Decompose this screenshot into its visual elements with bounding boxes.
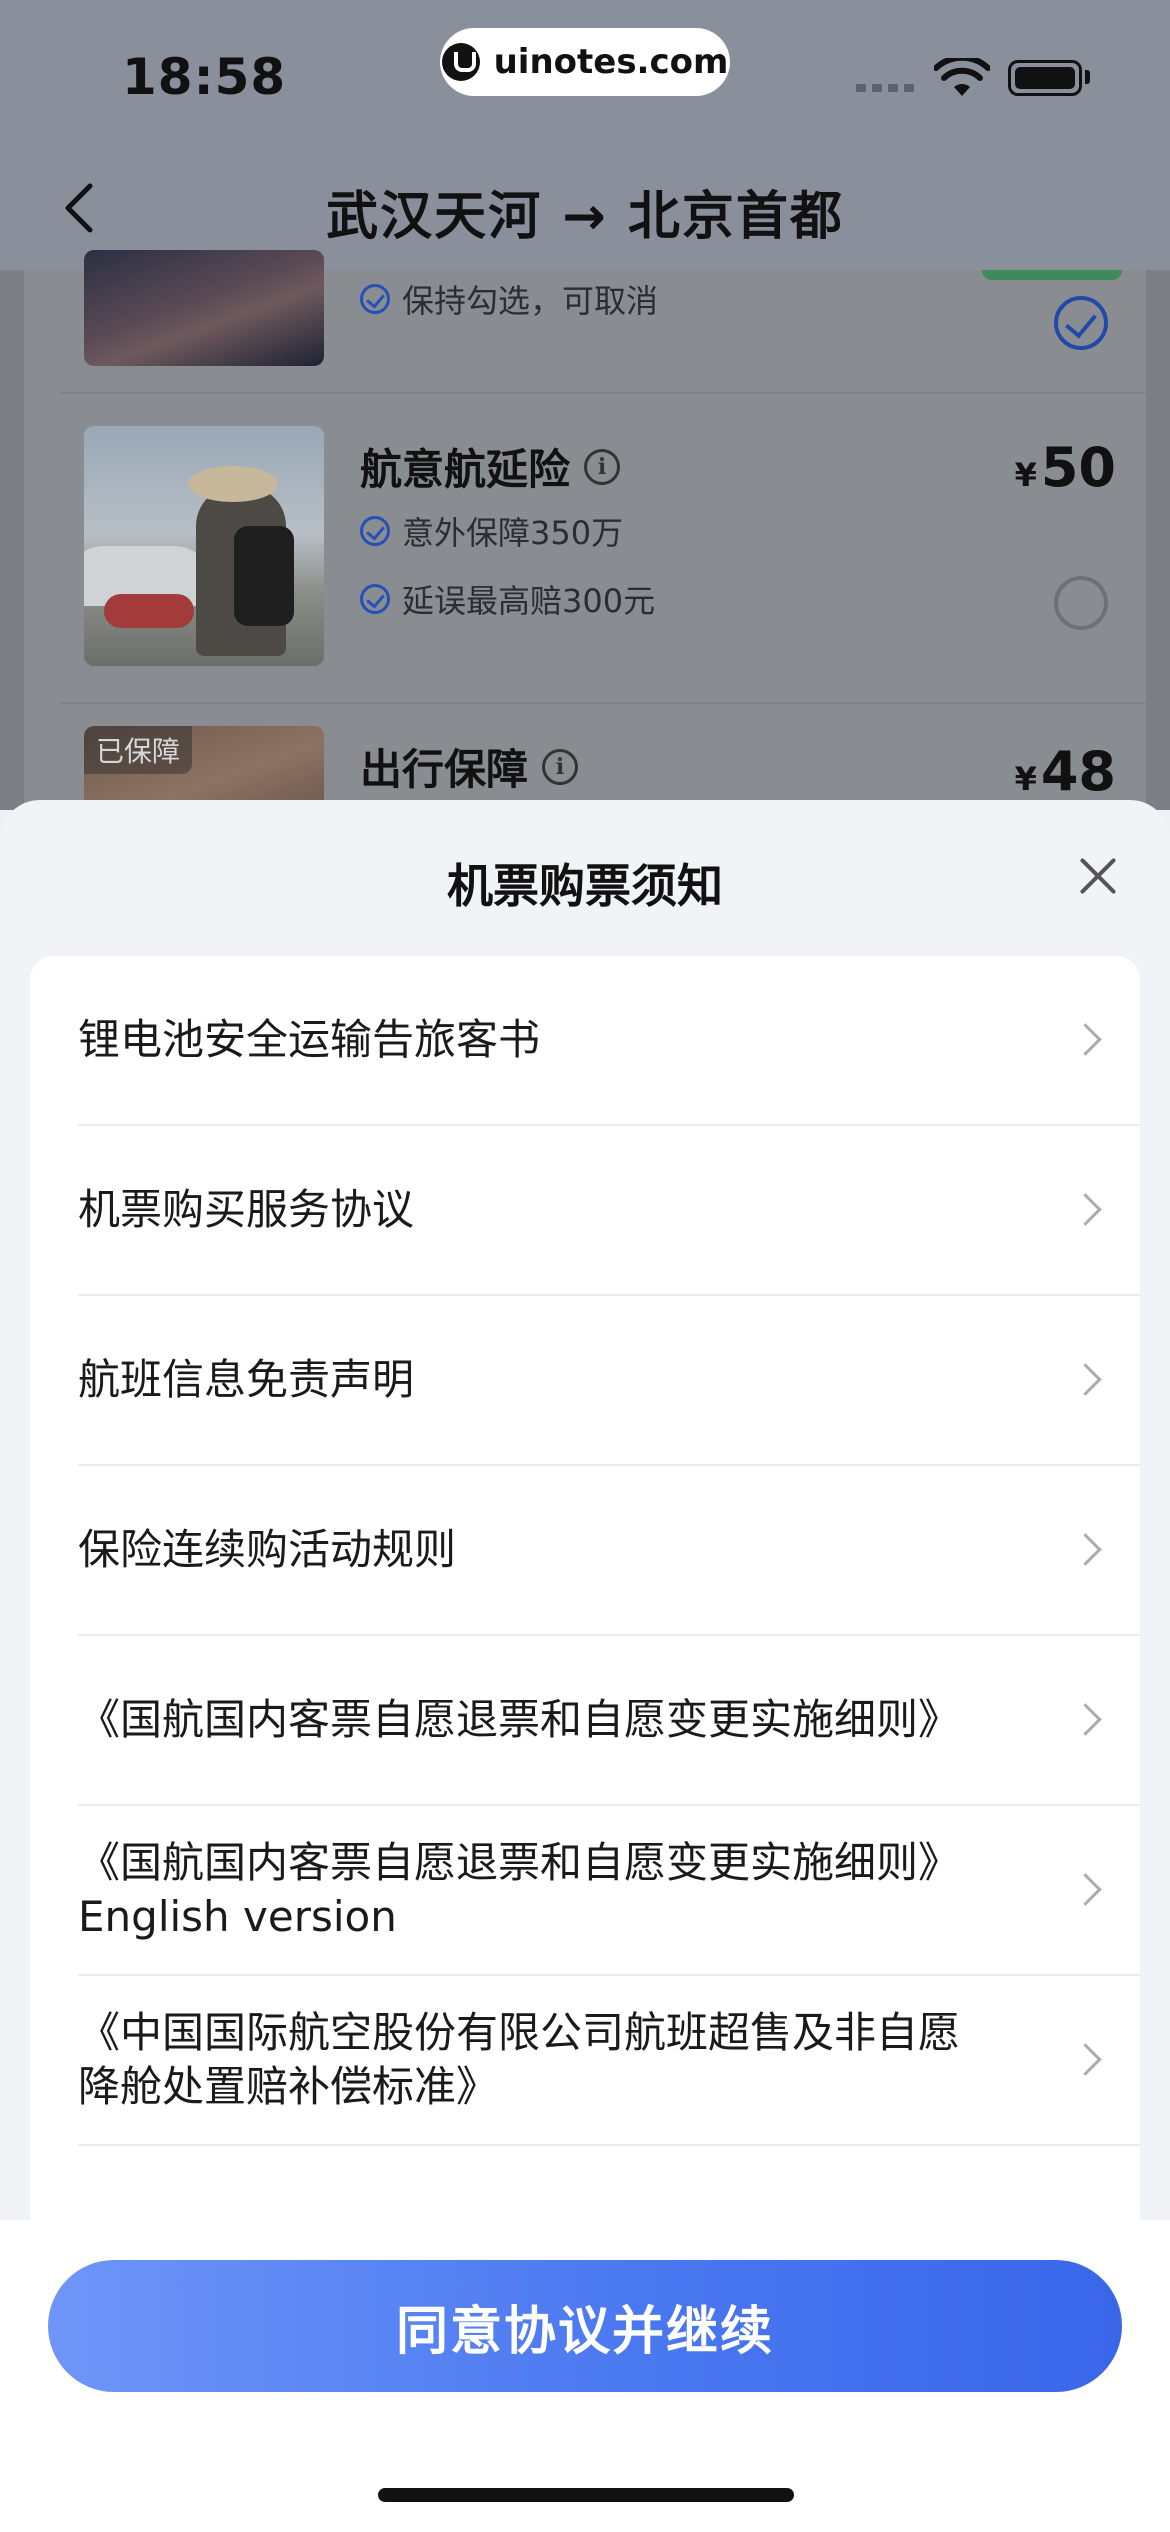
chevron-right-icon	[1074, 2042, 1096, 2080]
agreement-item-label: 航班信息免责声明	[78, 1355, 415, 1404]
signal-icon	[856, 84, 914, 92]
agreement-item-label: 机票购买服务协议	[78, 1185, 415, 1234]
insurance-row[interactable]: 已保障 出行保障 i ¥ 48	[60, 706, 1146, 810]
agree-continue-button[interactable]: 同意协议并继续	[48, 2260, 1122, 2392]
recommended-tab	[982, 270, 1122, 280]
watermark-text: uinotes.com	[493, 42, 729, 82]
insurance-select-radio[interactable]	[1054, 296, 1108, 350]
insurance-thumbnail: 已保障	[84, 726, 324, 810]
agreement-item-label: 锂电池安全运输告旅客书	[78, 1015, 541, 1064]
battery-cap	[1085, 70, 1090, 84]
agreement-item-insurance-rules[interactable]: 保险连续购活动规则	[78, 1466, 1140, 1636]
chevron-right-icon	[1074, 1872, 1096, 1910]
agreement-item-overbooking-standard[interactable]: 《中国国际航空股份有限公司航班超售及非自愿降舱处置赔补偿标准》	[78, 1976, 1140, 2146]
insurance-row[interactable]: 保持勾选，可取消	[60, 250, 1146, 394]
agreement-item-service-agreement[interactable]: 机票购买服务协议	[78, 1126, 1140, 1296]
insurance-thumbnail	[84, 426, 324, 666]
insurance-price: ¥ 48	[1014, 740, 1116, 803]
agreement-item-label: 保险连续购活动规则	[78, 1525, 457, 1574]
info-icon[interactable]: i	[584, 448, 621, 485]
insurance-feature: 保持勾选，可取消	[360, 276, 658, 322]
check-circle-icon	[360, 584, 390, 614]
insurance-thumbnail	[84, 250, 324, 366]
chevron-right-icon	[1074, 1022, 1096, 1060]
agreement-item-label: 《中国国际航空股份有限公司航班超售及非自愿降舱处置赔补偿标准》	[78, 2008, 961, 2111]
bottom-action-bar: 同意协议并继续	[0, 2220, 1170, 2532]
chevron-right-icon	[1074, 1702, 1096, 1740]
chevron-right-icon	[1074, 1532, 1096, 1570]
home-indicator	[378, 2488, 794, 2502]
agreement-item-disclaimer[interactable]: 航班信息免责声明	[78, 1296, 1140, 1466]
agreement-list: 锂电池安全运输告旅客书 机票购买服务协议 航班信息免责声明 保险连续购活动规则 …	[30, 956, 1140, 2256]
insurance-card: 保持勾选，可取消 航意航延险 i 意外保障350万 延误最高赔300元 ¥ 50…	[24, 250, 1146, 810]
wifi-icon	[934, 58, 990, 96]
chevron-right-icon	[1074, 1362, 1096, 1400]
sheet-title: 机票购票须知	[447, 859, 723, 913]
agreement-item-refund-rules-english[interactable]: 《国航国内客票自愿退票和自愿变更实施细则》English version	[78, 1806, 1140, 1976]
info-icon[interactable]: i	[542, 748, 579, 785]
status-time: 18:58	[122, 48, 287, 106]
check-circle-icon	[360, 516, 390, 546]
close-icon[interactable]	[1078, 856, 1118, 896]
covered-tag: 已保障	[84, 726, 193, 774]
background-page-overlay: 保持勾选，可取消 航意航延险 i 意外保障350万 延误最高赔300元 ¥ 50…	[0, 250, 1170, 810]
agreement-item-refund-rules[interactable]: 《国航国内客票自愿退票和自愿变更实施细则》	[78, 1636, 1140, 1806]
insurance-title: 出行保障 i	[360, 736, 579, 797]
insurance-select-radio[interactable]	[1054, 576, 1108, 630]
agreement-item-label: 《国航国内客票自愿退票和自愿变更实施细则》English version	[78, 1838, 961, 1941]
agreement-item-battery-notice[interactable]: 锂电池安全运输告旅客书	[78, 956, 1140, 1126]
insurance-feature: 延误最高赔300元	[360, 576, 655, 622]
insurance-title: 航意航延险 i	[360, 436, 621, 497]
insurance-feature: 意外保障350万	[360, 508, 623, 554]
insurance-row[interactable]: 航意航延险 i 意外保障350万 延误最高赔300元 ¥ 50	[60, 396, 1146, 704]
battery-icon	[1008, 60, 1082, 96]
insurance-price: ¥ 50	[1014, 436, 1116, 499]
watermark-badge: uinotes.com	[440, 28, 730, 96]
chevron-right-icon	[1074, 1192, 1096, 1230]
status-bar: 18:58 uinotes.com	[0, 0, 1170, 150]
page-title: 武汉天河 → 北京首都	[326, 187, 844, 247]
notice-bottom-sheet: 机票购票须知 锂电池安全运输告旅客书 机票购买服务协议 航班信息免责声明 保险连…	[0, 800, 1170, 2532]
agreement-item-label: 《国航国内客票自愿退票和自愿变更实施细则》	[78, 1695, 961, 1744]
watermark-logo-icon	[441, 43, 480, 81]
check-circle-icon	[360, 284, 390, 314]
